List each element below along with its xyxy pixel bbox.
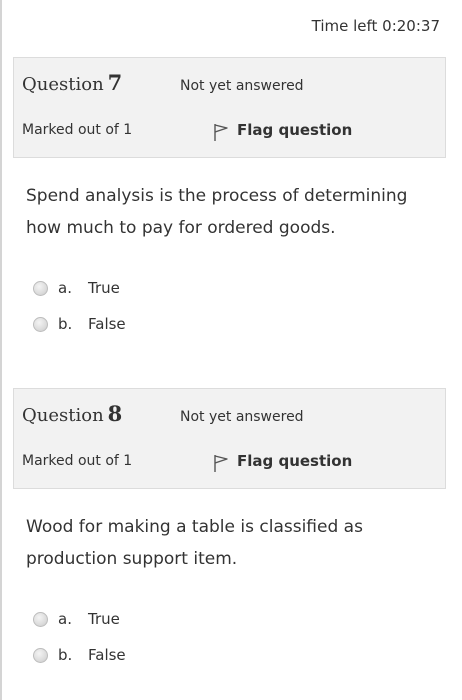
flag-question-label: Flag question [237, 121, 353, 139]
timer: Time left 0:20:37 [311, 17, 440, 35]
answer-label: False [88, 315, 126, 333]
answer-label: True [88, 279, 120, 297]
question-prefix: Question [22, 405, 104, 426]
radio-unchecked-icon[interactable] [33, 647, 48, 663]
question-state: Not yet answered [180, 409, 304, 425]
answer-option-a[interactable]: a. True [33, 276, 120, 300]
answer-label: True [88, 610, 120, 628]
question-prefix: Question [22, 74, 104, 95]
question-grade: Marked out of 1 [22, 453, 133, 469]
question-7-info: Question 7 Not yet answered Marked out of… [13, 57, 446, 158]
answer-letter: a. [58, 610, 72, 628]
flag-question-button[interactable]: Flag question [212, 449, 352, 473]
answer-option-b[interactable]: b. False [33, 312, 126, 336]
radio-unchecked-icon[interactable] [33, 280, 48, 296]
question-number-value: 8 [107, 401, 123, 426]
answer-option-b[interactable]: b. False [33, 643, 126, 667]
radio-unchecked-icon[interactable] [33, 611, 48, 627]
answer-letter: a. [58, 279, 72, 297]
flag-icon [214, 455, 228, 472]
question-8-info: Question 8 Not yet answered Marked out of… [13, 388, 446, 489]
flag-question-label: Flag question [237, 452, 353, 470]
question-state: Not yet answered [180, 78, 304, 94]
question-number-value: 7 [107, 70, 123, 95]
answer-letter: b. [58, 646, 73, 664]
answer-letter: b. [58, 315, 73, 333]
flag-question-button[interactable]: Flag question [212, 118, 352, 142]
question-text: Wood for making a table is classified as… [26, 517, 363, 569]
answer-option-a[interactable]: a. True [33, 607, 120, 631]
answer-label: False [88, 646, 126, 664]
question-number: Question 7 [22, 70, 122, 95]
question-number: Question 8 [22, 401, 122, 426]
question-grade: Marked out of 1 [22, 122, 133, 138]
flag-icon [214, 124, 228, 141]
radio-unchecked-icon[interactable] [33, 316, 48, 332]
question-text: Spend analysis is the process of determi… [26, 186, 408, 238]
left-border [0, 0, 2, 700]
